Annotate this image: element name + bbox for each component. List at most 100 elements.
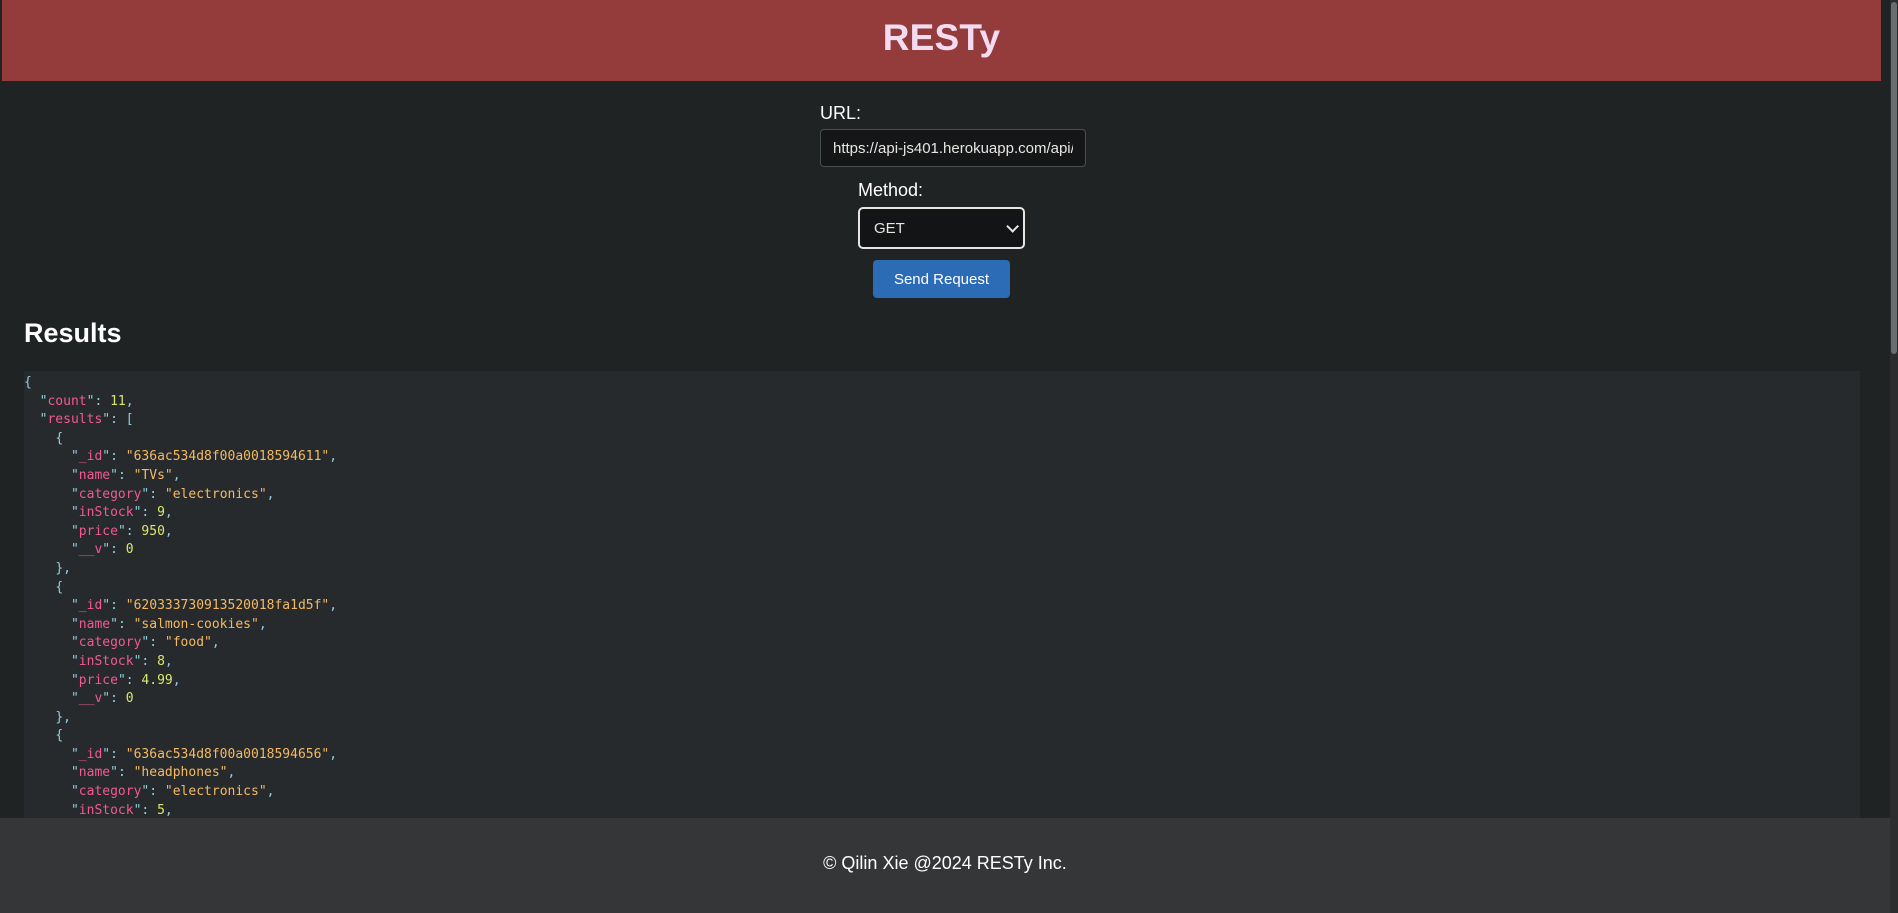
json-comma: , [164,523,173,539]
json-key: results [47,412,103,428]
json-quote: " [70,784,79,800]
json-key: inStock [78,653,134,669]
json-bracket: [ [125,412,134,428]
json-key: category [78,486,142,502]
app-header: RESTy [2,0,1881,81]
method-select[interactable]: GET [858,207,1025,249]
json-colon: : [94,393,111,409]
json-number: 950 [141,523,165,539]
json-colon: : [110,746,126,762]
url-input[interactable] [820,129,1086,167]
page-scrollbar[interactable] [1890,0,1898,913]
json-quote: " [70,691,79,707]
json-quote: " [70,746,79,762]
json-quote: " [110,616,118,632]
results-heading: Results [24,318,122,348]
json-number: 11 [110,393,126,409]
json-key: _id [78,449,103,465]
json-colon: : [117,765,134,781]
json-colon: : [141,653,158,669]
json-brace: { [55,430,64,446]
json-comma: , [164,653,173,669]
app-title: RESTy [882,16,1001,58]
json-quote: " [70,653,79,669]
json-colon: : [110,449,126,465]
json-key: _id [78,746,103,762]
json-number: 9 [157,505,165,521]
json-string: "620333730913520018fa1d5f" [125,598,330,614]
json-output: { "count": 11, "results": [ { "_id": "63… [24,371,1860,818]
json-number: 4.99 [141,672,173,688]
json-colon: : [110,691,126,707]
json-colon: : [110,542,126,558]
json-string: "headphones" [133,765,228,781]
json-colon: : [149,784,165,800]
scrollbar-thumb[interactable] [1891,2,1897,354]
json-comma: , [211,635,220,651]
json-string: "636ac534d8f00a0018594611" [125,449,330,465]
json-quote: " [117,523,126,539]
json-key: price [78,672,118,688]
send-request-button[interactable]: Send Request [873,260,1010,298]
json-colon: : [141,505,158,521]
json-number: 0 [125,542,134,558]
json-string: "electronics" [164,784,267,800]
app-footer: © Qilin Xie @2024 RESTy Inc. [0,818,1890,913]
chevron-down-icon [1006,219,1019,233]
json-colon: : [110,598,126,614]
json-string: "food" [164,635,212,651]
json-key: inStock [78,505,134,521]
url-label: URL: [820,103,862,123]
json-string: "salmon-cookies" [133,616,259,632]
json-comma: , [266,784,275,800]
json-colon: : [125,523,142,539]
json-quote: " [70,765,79,781]
json-string: "electronics" [164,486,267,502]
json-quote: " [70,598,79,614]
json-key: category [78,635,142,651]
json-quote: " [70,523,79,539]
json-number: 5 [157,802,165,818]
footer-copyright: © Qilin Xie @2024 RESTy Inc. [823,853,1067,873]
json-string: "636ac534d8f00a0018594656" [125,746,330,762]
method-label: Method: [858,180,924,200]
json-quote: " [70,635,79,651]
json-comma: , [63,560,71,576]
json-key: __v [78,542,103,558]
json-key: __v [78,691,103,707]
results-panel[interactable]: { "count": 11, "results": [ { "_id": "63… [24,371,1860,818]
json-colon: : [117,616,134,632]
json-key: count [47,393,87,409]
json-colon: : [110,412,126,428]
json-key: name [78,765,111,781]
json-comma: , [258,616,267,632]
json-colon: : [141,802,158,818]
json-number: 0 [125,691,134,707]
json-comma: , [329,746,338,762]
json-quote: " [102,412,111,428]
json-quote: " [102,691,111,707]
json-colon: : [125,672,142,688]
json-comma: , [329,598,338,614]
json-comma: , [63,709,71,725]
json-colon: : [149,486,165,502]
json-brace: { [55,579,64,595]
json-comma: , [172,467,181,483]
json-brace: } [55,709,64,725]
json-quote: " [70,542,79,558]
json-key: name [78,467,111,483]
json-quote: " [70,616,79,632]
json-quote: " [102,746,111,762]
json-quote: " [102,542,111,558]
json-comma: , [227,765,236,781]
json-brace: { [24,375,32,390]
json-key: category [78,784,142,800]
request-form: URL: Method: GET Send Request [0,81,1883,301]
json-comma: , [125,393,134,409]
json-quote: " [102,598,111,614]
json-comma: , [164,802,173,818]
json-comma: , [266,486,275,502]
json-colon: : [117,467,134,483]
json-key: name [78,616,111,632]
method-selected-value: GET [874,219,905,237]
